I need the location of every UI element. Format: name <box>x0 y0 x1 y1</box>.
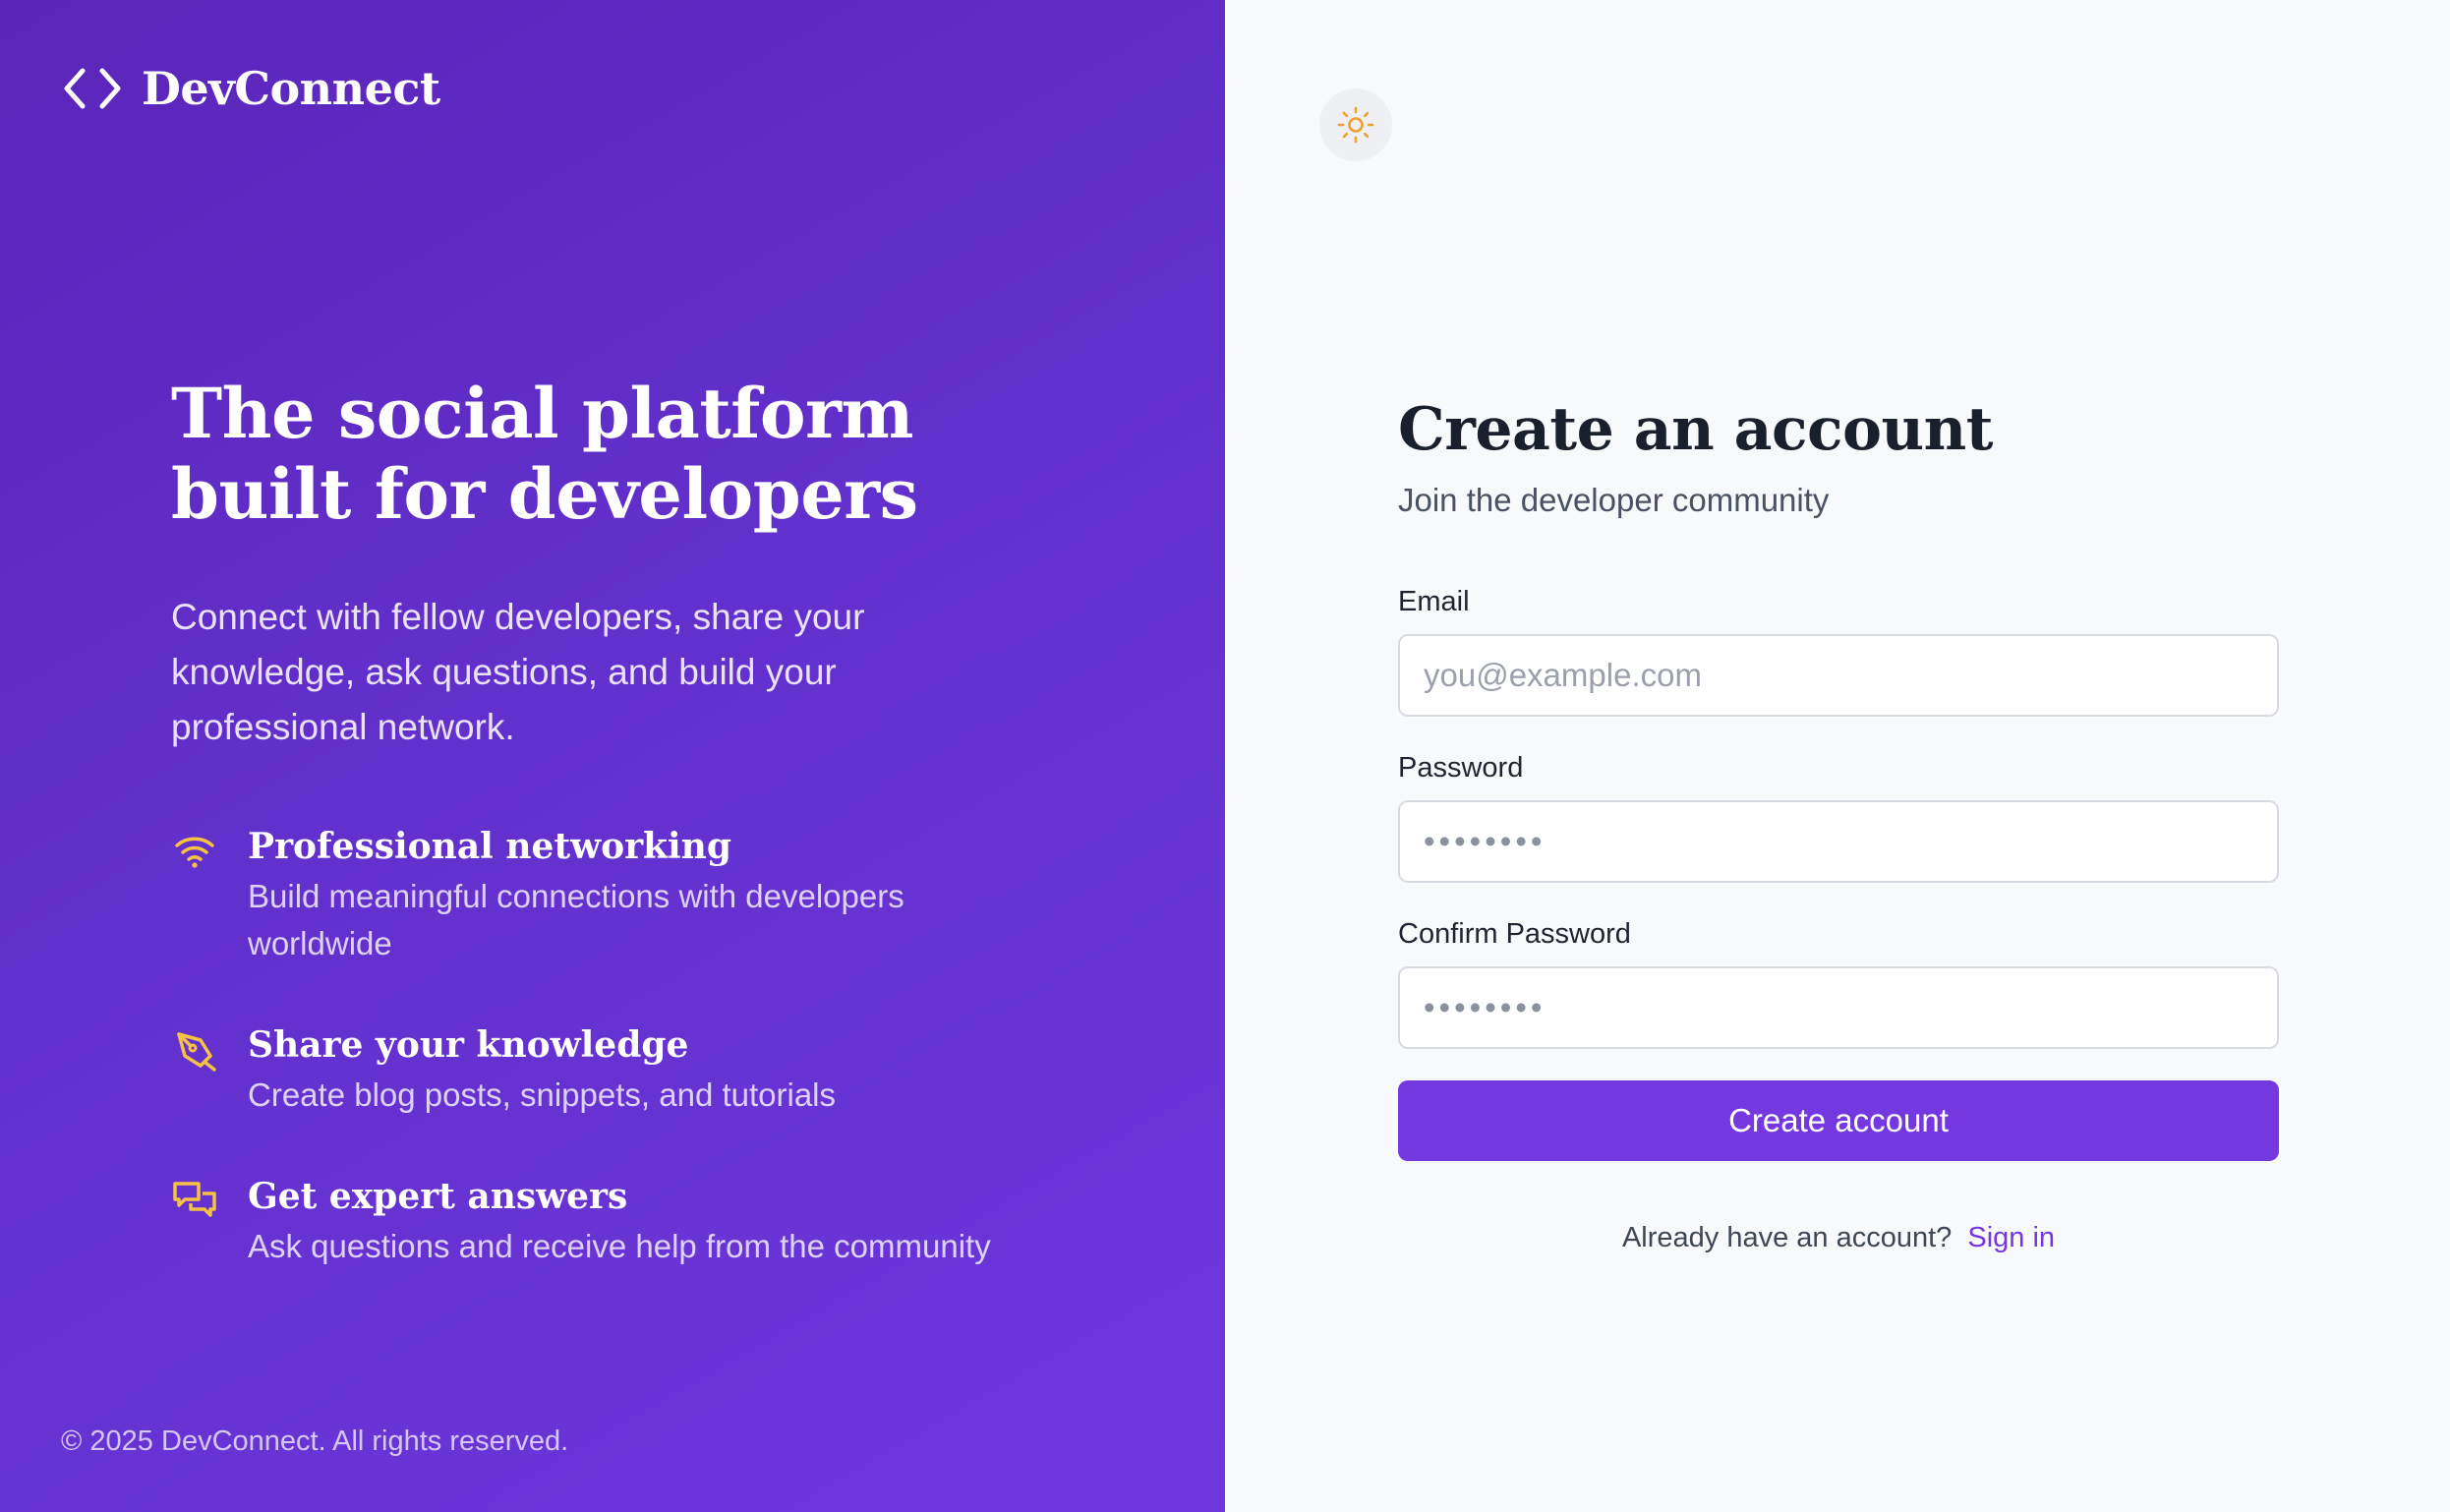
password-input[interactable] <box>1398 800 2279 883</box>
hero-panel: DevConnect The social platform built for… <box>0 0 1225 1512</box>
feature-description: Ask questions and receive help from the … <box>248 1228 991 1264</box>
feature-text: Share your knowledge Create blog posts, … <box>248 1022 1015 1119</box>
form-title: Create an account <box>1398 395 1994 464</box>
confirm-password-input[interactable] <box>1398 966 2279 1049</box>
form-panel: Create an account Join the developer com… <box>1225 0 2450 1512</box>
signup-page: DevConnect The social platform built for… <box>0 0 2450 1512</box>
hero-content: The social platform built for developers… <box>171 374 1056 1325</box>
feature-item: Share your knowledge Create blog posts, … <box>171 1022 1056 1119</box>
chat-bubbles-icon <box>173 1182 216 1217</box>
confirm-password-label: Confirm Password <box>1398 918 1631 950</box>
theme-toggle-button[interactable] <box>1319 88 1392 161</box>
email-input[interactable] <box>1398 634 2279 717</box>
feature-title: Share your knowledge <box>248 1024 689 1066</box>
feature-text: Professional networking Build meaningful… <box>248 824 1015 967</box>
sun-icon <box>1337 106 1374 144</box>
password-field-group: Password <box>1398 752 2279 883</box>
copyright-text: © 2025 DevConnect. All rights reserved. <box>61 1425 569 1457</box>
hero-description: Connect with fellow developers, share yo… <box>171 597 865 747</box>
confirm-password-field-group: Confirm Password <box>1398 918 2279 1049</box>
feature-title: Professional networking <box>248 826 732 867</box>
signin-row: Already have an account? Sign in <box>1398 1222 2279 1254</box>
create-account-button[interactable]: Create account <box>1398 1080 2279 1161</box>
feature-item: Professional networking Build meaningful… <box>171 824 1056 967</box>
hero-title: The social platform built for developers <box>171 373 918 535</box>
email-field-group: Email <box>1398 586 2279 717</box>
feature-description: Create blog posts, snippets, and tutoria… <box>248 1076 837 1113</box>
brand-name: DevConnect <box>142 62 440 115</box>
signup-form: Create an account Join the developer com… <box>1398 393 2279 1254</box>
feature-title: Get expert answers <box>248 1176 628 1217</box>
signin-link[interactable]: Sign in <box>1967 1222 2055 1253</box>
feature-item: Get expert answers Ask questions and rec… <box>171 1174 1056 1270</box>
wifi-icon <box>175 837 214 868</box>
feature-description: Build meaningful connections with develo… <box>248 878 904 961</box>
pen-tool-icon <box>177 1032 216 1072</box>
brand-logo[interactable]: DevConnect <box>61 61 440 116</box>
password-label: Password <box>1398 752 1524 784</box>
email-label: Email <box>1398 586 1470 617</box>
form-subtitle: Join the developer community <box>1398 482 1830 518</box>
signin-prompt: Already have an account? <box>1621 1222 1953 1253</box>
feature-list: Professional networking Build meaningful… <box>171 824 1056 1270</box>
feature-text: Get expert answers Ask questions and rec… <box>248 1174 1015 1270</box>
code-brackets-icon <box>64 68 121 109</box>
